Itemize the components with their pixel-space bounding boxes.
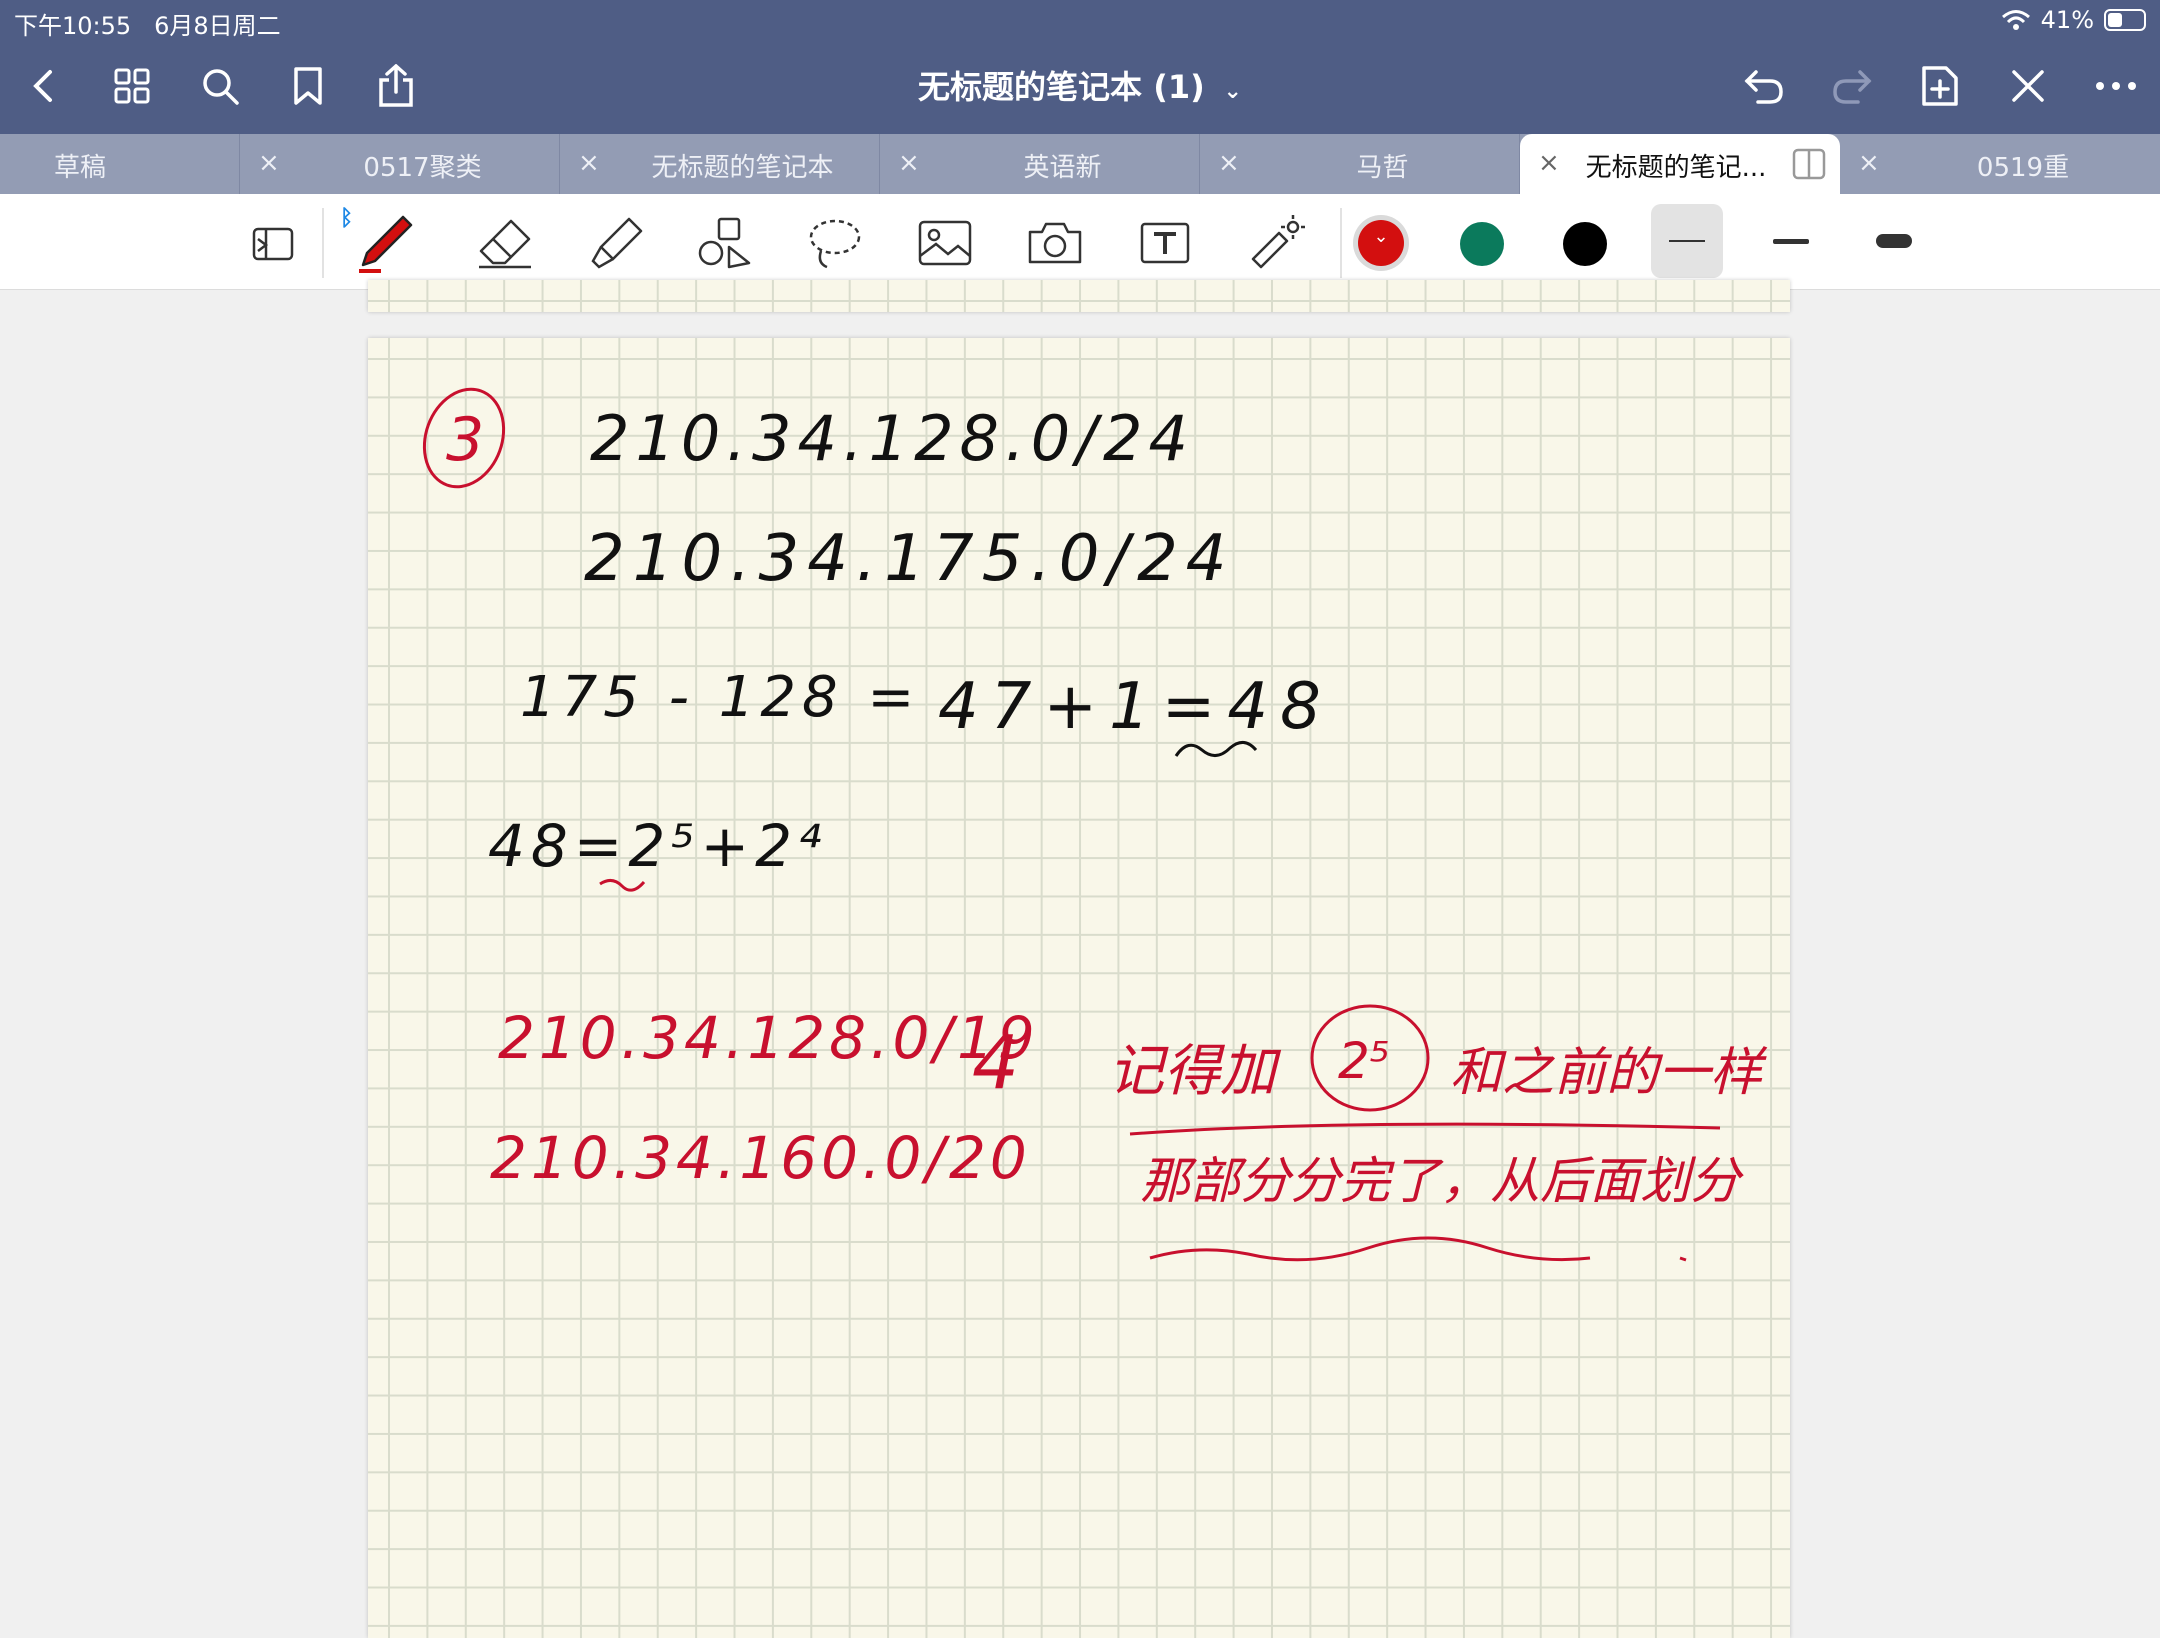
tab-untitled-notebook[interactable]: × 无标题的笔记本 <box>560 134 880 194</box>
tab-label: 无标题的笔记本 <box>651 153 834 183</box>
handwriting-line3: 175 - 128 = <box>520 665 920 730</box>
highlighter-icon[interactable] <box>580 208 650 278</box>
pen-settings-icon[interactable] <box>1998 56 2058 116</box>
note-line2: 那部分分完了，从后面划分 <box>1140 1152 1744 1210</box>
redo-icon[interactable] <box>1822 56 1882 116</box>
current-page[interactable]: 3 210.34.128.0/24 210.34.175.0/24 175 - … <box>368 338 1790 1638</box>
readonly-icon[interactable] <box>238 208 308 278</box>
chevron-down-icon: ⌄ <box>1373 226 1389 247</box>
status-date-text: 6月8日周二 <box>154 12 281 40</box>
shapes-icon[interactable] <box>690 208 760 278</box>
more-icon[interactable] <box>2086 56 2146 116</box>
handwriting-line3-result: 47+1=48 <box>938 670 1333 744</box>
underline-squiggle-red <box>599 879 646 892</box>
color-red[interactable]: ⌄ <box>1358 220 1404 266</box>
text-icon[interactable] <box>1130 208 1200 278</box>
laser-pointer-icon[interactable] <box>1240 208 1310 278</box>
handwriting-line1: 210.34.128.0/24 <box>590 402 1194 475</box>
note-line1c: 和之前的一样 <box>1450 1043 1768 1103</box>
underline-squiggle <box>1174 741 1258 757</box>
note-underline2 <box>1149 1236 1687 1262</box>
notebook-title-text: 无标题的笔记本 (1) <box>918 68 1205 106</box>
toolbar-divider <box>322 208 324 278</box>
tab-english[interactable]: × 英语新 <box>880 134 1200 194</box>
tool-bar: ᛒ ⌄ <box>0 194 2160 290</box>
tab-label: 0519重 <box>1976 153 2070 183</box>
pen-icon[interactable] <box>350 208 420 278</box>
stroke-medium-sample <box>1773 238 1809 244</box>
tab-label: 英语新 <box>1023 153 1102 183</box>
tab-label: 马哲 <box>1356 153 1409 183</box>
stroke-width-thick[interactable] <box>1858 204 1930 278</box>
top-bar: 下午10:55 6月8日周二 41% 无标题的笔记本 (1) ⌄ <box>0 0 2160 134</box>
tab-draft[interactable]: 草稿 <box>0 134 240 194</box>
eraser-icon[interactable] <box>470 208 540 278</box>
status-right: 41% <box>2001 6 2146 34</box>
battery-icon <box>2104 9 2146 31</box>
split-view-icon[interactable] <box>1792 148 1826 180</box>
image-icon[interactable] <box>910 208 980 278</box>
close-icon[interactable]: × <box>1218 148 1240 178</box>
tab-current-notebook[interactable]: × 无标题的笔记... <box>1520 134 1840 194</box>
battery-fill <box>2108 13 2122 27</box>
red-line1: 210.34.128.0/19 <box>498 1004 1039 1072</box>
status-time: 下午10:55 6月8日周二 <box>14 6 281 41</box>
status-bar: 下午10:55 6月8日周二 41% <box>0 0 2160 40</box>
tab-mazhe[interactable]: × 马哲 <box>1200 134 1520 194</box>
tab-label: 无标题的笔记... <box>1585 153 1767 183</box>
lasso-icon[interactable] <box>800 208 870 278</box>
tab-0519[interactable]: × 0519重 <box>1840 134 2160 194</box>
previous-page <box>368 280 1790 312</box>
stroke-thick-sample <box>1876 234 1912 248</box>
battery-percent: 41% <box>2040 6 2094 34</box>
close-icon[interactable]: × <box>1858 148 1880 178</box>
tab-0517[interactable]: × 0517聚类 <box>240 134 560 194</box>
toolbar-divider <box>1340 208 1342 278</box>
chevron-down-icon: ⌄ <box>1215 79 1242 104</box>
note-marker: 4 <box>972 1020 1019 1106</box>
camera-icon[interactable] <box>1020 208 1090 278</box>
color-black[interactable] <box>1563 222 1607 266</box>
tab-label: 0517聚类 <box>363 153 482 183</box>
close-icon[interactable]: × <box>1538 148 1560 178</box>
stroke-thin-sample <box>1669 240 1705 242</box>
notebook-canvas[interactable]: 3 210.34.128.0/24 210.34.175.0/24 175 - … <box>0 280 2160 1638</box>
red-line2: 210.34.160.0/20 <box>490 1124 1031 1192</box>
nav-bar: 无标题的笔记本 (1) ⌄ <box>0 40 2160 134</box>
close-icon[interactable]: × <box>898 148 920 178</box>
handwriting-layer: 3 210.34.128.0/24 210.34.175.0/24 175 - … <box>422 387 1768 1262</box>
handwriting-line4: 48=2⁵+2⁴ <box>488 812 827 880</box>
note-line1a: 记得加 <box>1108 1039 1282 1104</box>
note-line1b: 2⁵ <box>1338 1032 1390 1090</box>
stroke-width-thin[interactable] <box>1651 204 1723 278</box>
color-green[interactable] <box>1460 222 1504 266</box>
status-time-text: 下午10:55 <box>14 12 132 40</box>
stroke-width-medium[interactable] <box>1755 204 1827 278</box>
close-icon[interactable]: × <box>258 148 280 178</box>
problem-number: 3 <box>446 405 484 475</box>
add-page-icon[interactable] <box>1910 56 1970 116</box>
undo-icon[interactable] <box>1734 56 1794 116</box>
tab-label: 草稿 <box>54 153 107 183</box>
tab-strip: 草稿 × 0517聚类 × 无标题的笔记本 × 英语新 × 马哲 × 无标题的笔… <box>0 134 2160 194</box>
close-icon[interactable]: × <box>578 148 600 178</box>
wifi-icon <box>2001 10 2030 30</box>
handwriting-line2: 210.34.175.0/24 <box>584 522 1235 596</box>
note-underline1 <box>1129 1122 1721 1136</box>
